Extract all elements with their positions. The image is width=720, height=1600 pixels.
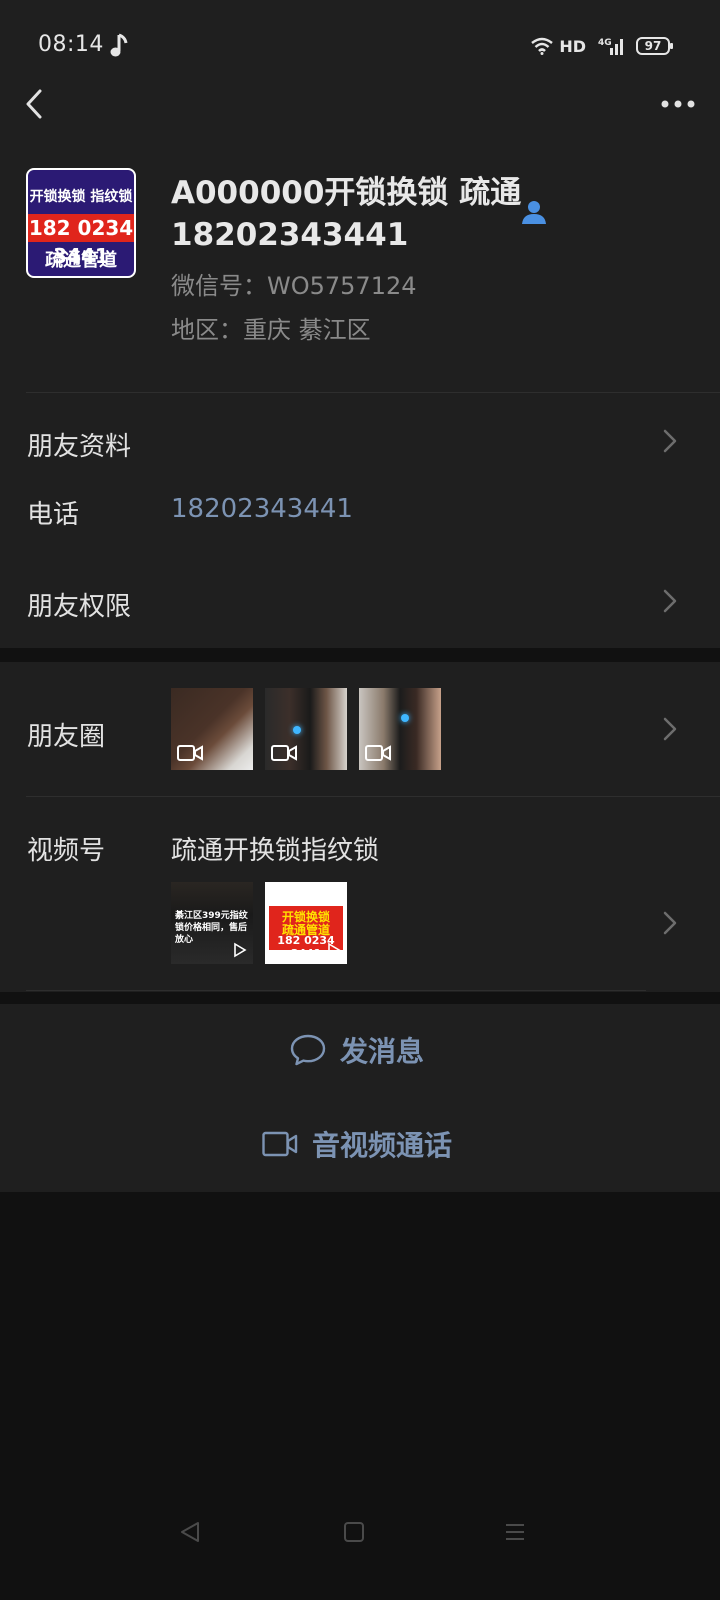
video-caption: 綦江区399元指纹锁价格相同，售后放心 xyxy=(175,911,248,945)
battery-level: 97 xyxy=(644,39,662,53)
more-dots-icon[interactable] xyxy=(660,94,696,114)
phone-label: 电话 xyxy=(27,500,80,530)
lock-light xyxy=(293,726,301,734)
video-call-button[interactable]: 音视频通话 xyxy=(262,1124,452,1164)
send-message-label: 发消息 xyxy=(340,1035,425,1068)
chevron-right-icon[interactable] xyxy=(662,588,678,614)
avatar-line-1: 开锁换锁 指纹锁 xyxy=(29,189,133,205)
nav-menu-icon[interactable] xyxy=(504,1521,526,1543)
channel-video-thumbnail[interactable]: 开锁换锁 疏通管道 182 0234 3441 xyxy=(265,882,347,964)
channel-video-thumbnail[interactable]: 綦江区399元指纹锁价格相同，售后放心 xyxy=(171,882,253,964)
friend-info-row[interactable]: 朋友资料 xyxy=(27,426,131,463)
moments-thumbnail[interactable] xyxy=(171,688,253,770)
network-label: HD xyxy=(559,36,586,56)
video-camera-icon xyxy=(177,745,203,761)
wechat-id: 微信号：WO5757124 xyxy=(171,272,417,300)
chevron-left-icon[interactable] xyxy=(22,88,46,120)
video-camera-icon xyxy=(365,745,391,761)
wifi-icon xyxy=(531,37,554,55)
divider xyxy=(26,796,720,797)
contact-person-icon xyxy=(522,201,546,224)
video-call-label: 音视频通话 xyxy=(312,1129,453,1162)
chevron-right-icon[interactable] xyxy=(662,428,678,454)
moments-row[interactable]: 朋友圈 xyxy=(27,716,105,753)
play-icon xyxy=(234,942,247,958)
moments-thumbnail[interactable] xyxy=(359,688,441,770)
lock-light xyxy=(401,714,409,722)
video-camera-icon xyxy=(262,1131,298,1157)
phone-number-link[interactable]: 18202343441 xyxy=(171,494,353,524)
avatar-line-3: 疏通管道 xyxy=(45,250,117,271)
channels-row[interactable]: 视频号 xyxy=(27,830,105,867)
status-time: 08:14 xyxy=(38,32,104,57)
divider xyxy=(26,990,646,991)
chat-bubble-icon xyxy=(290,1034,326,1066)
contact-profile-page: 08:14 HD 4G 97 开锁换锁 指纹锁 182 0234 3441 疏通… xyxy=(0,0,720,1600)
signal-icon: 4G xyxy=(598,38,623,55)
signal-label: 4G xyxy=(598,38,612,48)
channel-title: 疏通开换锁指纹锁 xyxy=(171,836,380,866)
avatar[interactable]: 开锁换锁 指纹锁 182 0234 3441 疏通管道 xyxy=(26,168,136,278)
chevron-right-icon[interactable] xyxy=(662,910,678,936)
friend-permissions-row[interactable]: 朋友权限 xyxy=(27,586,131,623)
status-indicators: HD 4G 97 xyxy=(531,34,673,58)
music-note-icon xyxy=(110,33,128,57)
send-message-button[interactable]: 发消息 xyxy=(290,1030,424,1070)
chevron-right-icon[interactable] xyxy=(662,716,678,742)
divider xyxy=(26,392,720,393)
status-bar: 08:14 HD 4G 97 xyxy=(0,0,720,90)
video-camera-icon xyxy=(271,745,297,761)
nav-back-icon[interactable] xyxy=(178,1520,202,1544)
region: 地区：重庆 綦江区 xyxy=(171,316,371,344)
nav-home-icon[interactable] xyxy=(343,1521,365,1543)
moments-thumbnail[interactable] xyxy=(265,688,347,770)
avatar-line-2: 182 0234 3441 xyxy=(28,214,134,268)
play-icon xyxy=(328,942,341,958)
battery-icon: 97 xyxy=(636,37,673,55)
profile-name: A000000开锁换锁 疏通18202343441 xyxy=(171,175,522,253)
